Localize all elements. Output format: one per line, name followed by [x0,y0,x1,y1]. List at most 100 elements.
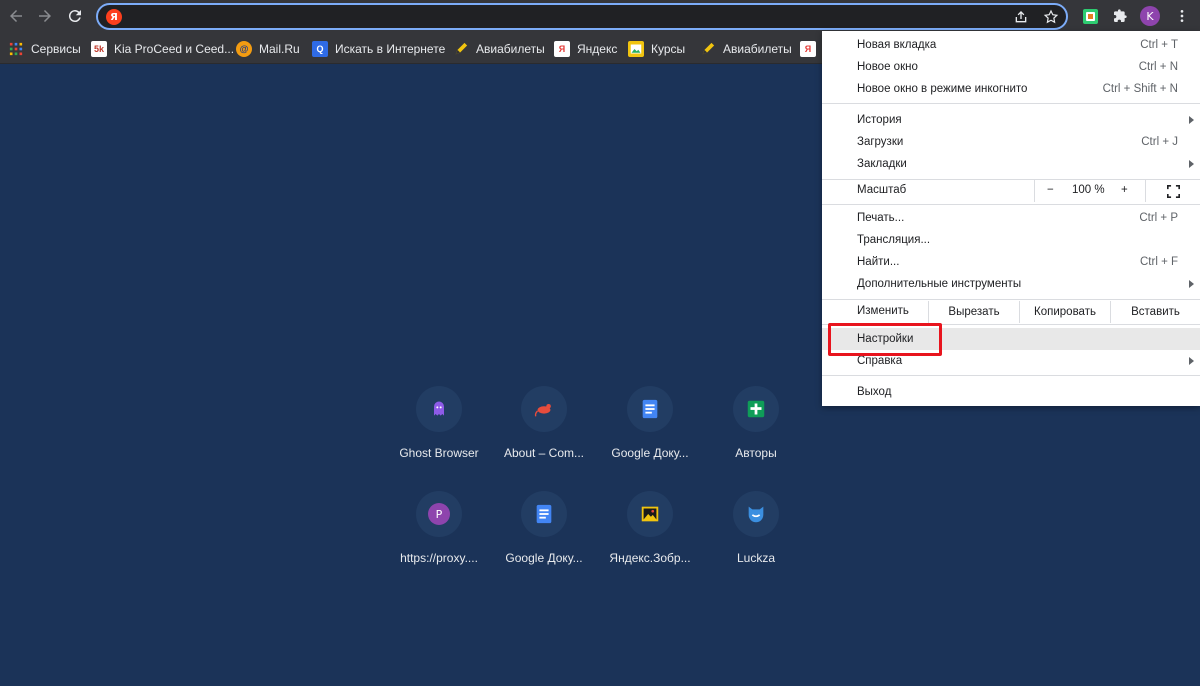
menu-item-label: Новое окно в режиме инкогнито [857,83,1028,95]
menu-new-tab[interactable]: Новая вкладка Ctrl + T [822,34,1200,56]
bookmark-yandex[interactable]: Я Яндекс [554,39,617,59]
menu-kebab-icon[interactable] [1171,5,1193,27]
copy-button[interactable]: Копировать [1019,301,1110,323]
bookmark-label: Курсы [651,42,686,56]
bookmark-flights-2[interactable]: Авиабилеты [700,39,792,59]
apps-grid-icon [8,41,24,57]
shortcut-tile[interactable]: Авторы [700,386,812,460]
menu-item-label: Закладки [857,158,907,170]
back-button[interactable] [4,4,28,28]
menu-history[interactable]: История [822,109,1200,131]
share-icon[interactable] [1012,8,1030,26]
forward-button[interactable] [33,4,57,28]
shortcut-tile[interactable]: Luckza [700,491,812,565]
menu-item-label: Дополнительные инструменты [857,278,1022,290]
profile-avatar[interactable]: K [1140,6,1160,26]
address-bar[interactable]: Я [96,3,1068,30]
docs-icon [627,386,673,432]
zoom-controls: − 100 % + [1034,180,1200,202]
bookmark-services[interactable]: Сервисы [8,39,81,59]
pen-icon [453,41,469,57]
menu-cast[interactable]: Трансляция... [822,229,1200,251]
shortcut-label: Google Доку... [505,551,583,565]
bookmark-label: Авиабилеты [723,42,792,56]
yandex-icon: Я [800,41,816,57]
shortcut-tile[interactable]: P https://proxy.... [383,491,495,565]
menu-bookmarks[interactable]: Закладки [822,153,1200,175]
menu-item-label: Выход [857,386,892,398]
cut-button[interactable]: Вырезать [928,301,1019,323]
docs-icon [521,491,567,537]
menu-divider [822,299,1200,300]
pen-icon [700,41,716,57]
bookmark-kia[interactable]: 5k Kia ProCeed и Ceed... [91,39,234,59]
luckza-icon [733,491,779,537]
submenu-arrow-icon [1189,116,1194,124]
zoom-out-button[interactable]: − [1047,184,1054,196]
extensions-puzzle-icon[interactable] [1109,5,1131,27]
menu-item-label: Масштаб [857,184,907,196]
reload-button[interactable] [63,4,87,28]
menu-item-label: Изменить [857,305,909,317]
bookmark-star-icon[interactable] [1042,8,1060,26]
bookmark-label: Искать в Интернете [335,42,446,56]
shortcut-tile[interactable]: About – Com... [488,386,600,460]
shortcut-label: Авторы [735,446,777,460]
shortcut-tile[interactable]: Яндекс.Зобр... [594,491,706,565]
bookmark-label: Kia ProCeed и Ceed... [114,42,235,56]
menu-print[interactable]: Печать... Ctrl + P [822,207,1200,229]
sheets-icon [733,386,779,432]
fullscreen-button[interactable] [1145,180,1200,202]
reload-icon [68,10,81,23]
menu-more-tools[interactable]: Дополнительные инструменты [822,273,1200,295]
menu-shortcut: Ctrl + P [1139,212,1178,224]
zoom-level: 100 % [1072,184,1105,196]
menu-exit[interactable]: Выход [822,381,1200,403]
shortcut-tile[interactable]: Google Доку... [488,491,600,565]
submenu-arrow-icon [1189,280,1194,288]
shortcut-label: https://proxy.... [400,551,478,565]
shortcut-label: Luckza [736,551,776,565]
menu-divider [822,204,1200,205]
menu-item-label: Загрузки [857,136,904,148]
settings-highlight-box [828,323,942,356]
shortcut-label: About – Com... [503,446,585,460]
menu-zoom: Масштаб − 100 % + [822,180,1200,202]
search-icon: Q [312,41,328,57]
shortcut-tile[interactable]: Google Доку... [594,386,706,460]
menu-item-label: Печать... [857,212,905,224]
shortcut-tile[interactable]: Ghost Browser [383,386,495,460]
menu-downloads[interactable]: Загрузки Ctrl + J [822,131,1200,153]
bookmark-label: Mail.Ru [259,42,300,56]
bookmark-yandex-2[interactable]: Я [800,39,823,59]
submenu-arrow-icon [1189,357,1194,365]
zoom-in-button[interactable]: + [1121,184,1128,196]
shortcut-label: Яндекс.Зобр... [609,551,691,565]
menu-incognito[interactable]: Новое окно в режиме инкогнито Ctrl + Shi… [822,78,1200,100]
menu-find[interactable]: Найти... Ctrl + F [822,251,1200,273]
menu-shortcut: Ctrl + F [1139,256,1178,268]
shortcut-label: Ghost Browser [399,446,479,460]
bookmark-label: Авиабилеты [476,42,545,56]
image-icon [627,491,673,537]
bookmark-flights[interactable]: Авиабилеты [453,39,545,59]
arrow-right-icon [39,10,51,22]
menu-new-window[interactable]: Новое окно Ctrl + N [822,56,1200,78]
ghost-icon [416,386,462,432]
bookmark-search[interactable]: Q Искать в Интернете [312,39,445,59]
menu-divider [822,375,1200,376]
menu-item-label: Справка [857,355,903,367]
browser-toolbar: Я K [0,0,1200,33]
extension-sheets-icon[interactable] [1079,5,1101,27]
menu-shortcut: Ctrl + Shift + N [1102,83,1178,95]
menu-item-label: Новое окно [857,61,918,73]
bookmark-mailru[interactable]: @ Mail.Ru [236,39,300,59]
picture-icon [628,41,644,57]
bookmark-courses[interactable]: Курсы [628,39,685,59]
menu-divider [822,103,1200,104]
proxy-icon: P [416,491,462,537]
paste-button[interactable]: Вставить [1110,301,1200,323]
menu-shortcut: Ctrl + J [1141,136,1178,148]
menu-edit: Изменить Вырезать Копировать Вставить [822,301,1200,323]
arrow-left-icon [10,10,22,22]
